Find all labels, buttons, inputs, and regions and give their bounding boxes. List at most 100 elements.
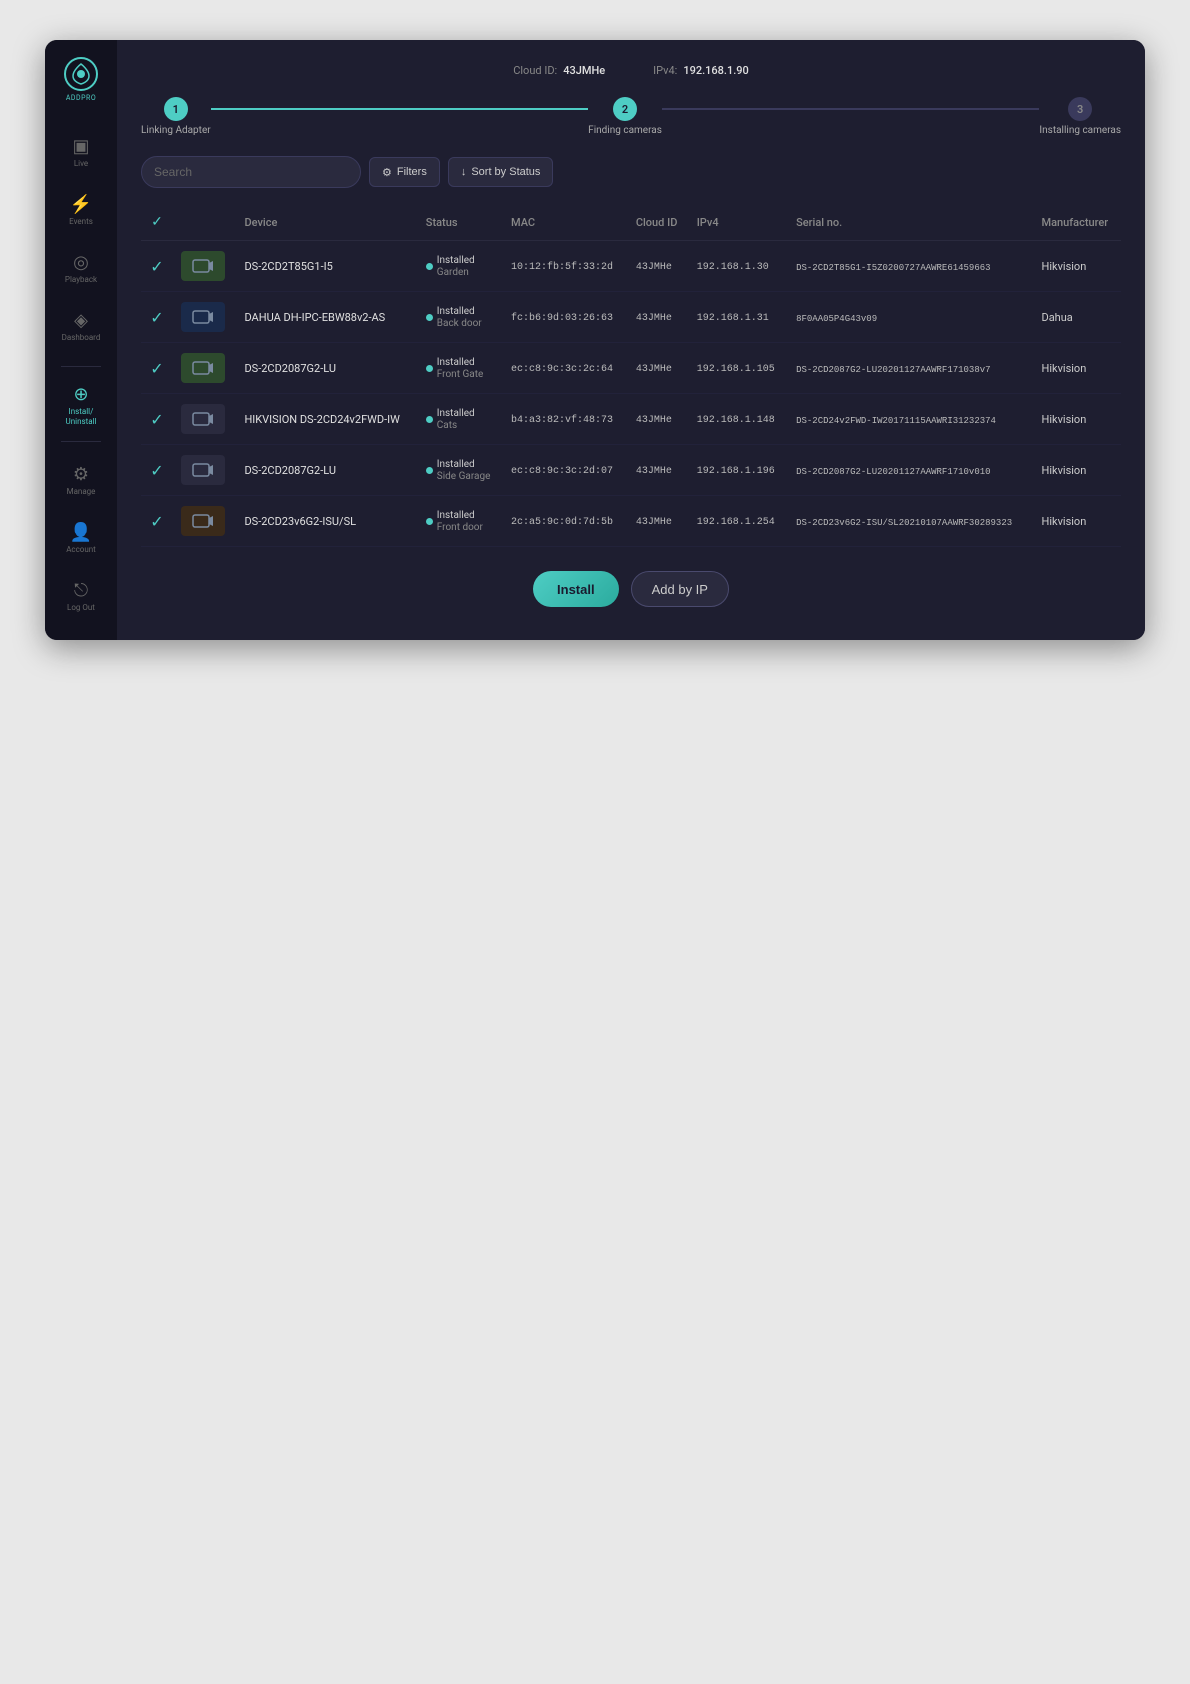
sidebar-item-manage[interactable]: ⚙ Manage bbox=[51, 454, 111, 508]
row-mac: b4:a3:82:vf:48:73 bbox=[503, 394, 628, 445]
status-location: Side Garage bbox=[437, 471, 491, 482]
toolbar: ⚙ Filters ↓ Sort by Status bbox=[141, 156, 1121, 188]
cloud-id: 43JMHe bbox=[636, 415, 672, 426]
row-mac: 2c:a5:9c:0d:7d:5b bbox=[503, 496, 628, 547]
col-mac: MAC bbox=[503, 204, 628, 241]
step-circle-2: 2 bbox=[613, 97, 637, 121]
status-location: Front door bbox=[437, 522, 483, 533]
row-check[interactable]: ✓ bbox=[141, 292, 173, 343]
manufacturer-name: Hikvision bbox=[1041, 413, 1086, 426]
cloud-id-label: Cloud ID: bbox=[513, 64, 557, 77]
row-cloud-id: 43JMHe bbox=[628, 496, 689, 547]
row-cloud-id: 43JMHe bbox=[628, 292, 689, 343]
search-input[interactable] bbox=[141, 156, 361, 188]
row-check[interactable]: ✓ bbox=[141, 343, 173, 394]
row-check[interactable]: ✓ bbox=[141, 241, 173, 292]
row-serial: DS-2CD2087G2-LU20201127AAWRF1710v010 bbox=[788, 445, 1033, 496]
status-text: Installed bbox=[437, 509, 483, 522]
row-device: DS-2CD2T85G1-I5 bbox=[236, 241, 417, 292]
device-name: DS-2CD2087G2-LU bbox=[244, 362, 336, 375]
mac-address: fc:b6:9d:03:26:63 bbox=[511, 313, 613, 324]
row-check[interactable]: ✓ bbox=[141, 496, 173, 547]
ipv4-address: 192.168.1.30 bbox=[697, 262, 769, 273]
progress-steps: 1 Linking Adapter 2 Finding cameras 3 In… bbox=[141, 97, 1121, 136]
sidebar-label-dashboard: Dashboard bbox=[62, 333, 101, 343]
install-icon: ⊕ bbox=[73, 386, 88, 404]
row-cloud-id: 43JMHe bbox=[628, 394, 689, 445]
device-name: HIKVISION DS-2CD24v2FWD-IW bbox=[244, 413, 399, 426]
status-text: Installed bbox=[437, 254, 475, 267]
logout-icon: ⎋ bbox=[74, 582, 88, 600]
sidebar-item-live[interactable]: ▣ Live bbox=[51, 126, 111, 180]
row-check[interactable]: ✓ bbox=[141, 394, 173, 445]
sidebar-item-logout[interactable]: ⎋ Log Out bbox=[51, 570, 111, 624]
row-status: Installed Garden bbox=[418, 241, 503, 292]
status-dot bbox=[426, 365, 433, 372]
install-button[interactable]: Install bbox=[533, 571, 619, 607]
filters-label: Filters bbox=[397, 166, 427, 178]
status-badge: Installed Front door bbox=[426, 509, 495, 533]
sidebar-nav: ▣ Live ⚡ Events ◎ Playback ◈ Dashboard ⊕… bbox=[51, 126, 111, 433]
status-badge: Installed Cats bbox=[426, 407, 495, 431]
ipv4-address: 192.168.1.31 bbox=[697, 313, 769, 324]
serial-number: DS-2CD2087G2-LU20201127AAWRF171038v7 bbox=[796, 365, 990, 375]
serial-number: DS-2CD2087G2-LU20201127AAWRF1710v010 bbox=[796, 467, 990, 477]
row-mac: 10:12:fb:5f:33:2d bbox=[503, 241, 628, 292]
table-row: ✓ DS-2CD2087G2-LU Installed S bbox=[141, 445, 1121, 496]
filters-button[interactable]: ⚙ Filters bbox=[369, 157, 440, 187]
status-location: Garden bbox=[437, 267, 475, 278]
row-manufacturer: Hikvision bbox=[1033, 241, 1121, 292]
sort-button[interactable]: ↓ Sort by Status bbox=[448, 157, 554, 187]
cloud-id: 43JMHe bbox=[636, 262, 672, 273]
add-ip-button[interactable]: Add by IP bbox=[631, 571, 729, 607]
sidebar-divider-1 bbox=[61, 366, 101, 367]
row-device: HIKVISION DS-2CD24v2FWD-IW bbox=[236, 394, 417, 445]
camera-thumbnail bbox=[181, 506, 225, 536]
row-thumb bbox=[173, 496, 236, 547]
row-status: Installed Cats bbox=[418, 394, 503, 445]
sidebar-item-install[interactable]: ⊕ Install/Uninstall bbox=[51, 379, 111, 433]
mac-address: b4:a3:82:vf:48:73 bbox=[511, 415, 613, 426]
dashboard-icon: ◈ bbox=[74, 312, 88, 330]
row-thumb bbox=[173, 343, 236, 394]
col-serial: Serial no. bbox=[788, 204, 1033, 241]
checkmark-icon: ✓ bbox=[150, 410, 163, 429]
status-dot bbox=[426, 416, 433, 423]
row-status: Installed Front Gate bbox=[418, 343, 503, 394]
cloud-id: 43JMHe bbox=[636, 313, 672, 324]
row-thumb bbox=[173, 445, 236, 496]
status-badge: Installed Garden bbox=[426, 254, 495, 278]
col-manufacturer: Manufacturer bbox=[1033, 204, 1121, 241]
header-bar: Cloud ID: 43JMHe IPv4: 192.168.1.90 bbox=[141, 64, 1121, 77]
sidebar-item-playback[interactable]: ◎ Playback bbox=[51, 242, 111, 296]
ipv4-address: 192.168.1.196 bbox=[697, 466, 775, 477]
camera-thumbnail bbox=[181, 302, 225, 332]
ipv4-value: 192.168.1.90 bbox=[683, 64, 748, 77]
select-all-check[interactable]: ✓ bbox=[151, 214, 163, 230]
row-status: Installed Back door bbox=[418, 292, 503, 343]
row-status: Installed Side Garage bbox=[418, 445, 503, 496]
sort-label: Sort by Status bbox=[471, 166, 540, 178]
step-3: 3 Installing cameras bbox=[1039, 97, 1121, 136]
table-row: ✓ DS-2CD23v6G2-ISU/SL Installed bbox=[141, 496, 1121, 547]
filter-icon: ⚙ bbox=[382, 166, 392, 179]
row-thumb bbox=[173, 241, 236, 292]
sidebar-item-events[interactable]: ⚡ Events bbox=[51, 184, 111, 238]
table-row: ✓ DAHUA DH-IPC-EBW88v2-AS Installed bbox=[141, 292, 1121, 343]
row-device: DS-2CD23v6G2-ISU/SL bbox=[236, 496, 417, 547]
sidebar-item-dashboard[interactable]: ◈ Dashboard bbox=[51, 300, 111, 354]
device-name: DAHUA DH-IPC-EBW88v2-AS bbox=[244, 311, 385, 324]
checkmark-icon: ✓ bbox=[150, 308, 163, 327]
mac-address: 2c:a5:9c:0d:7d:5b bbox=[511, 517, 613, 528]
table-row: ✓ DS-2CD2087G2-LU Installed F bbox=[141, 343, 1121, 394]
step-label-3: Installing cameras bbox=[1039, 125, 1121, 136]
row-manufacturer: Hikvision bbox=[1033, 394, 1121, 445]
row-check[interactable]: ✓ bbox=[141, 445, 173, 496]
sidebar-item-account[interactable]: 👤 Account bbox=[51, 512, 111, 566]
main-content: Cloud ID: 43JMHe IPv4: 192.168.1.90 1 Li… bbox=[117, 40, 1145, 640]
step-label-1: Linking Adapter bbox=[141, 125, 211, 136]
ipv4-item: IPv4: 192.168.1.90 bbox=[653, 64, 749, 77]
playback-icon: ◎ bbox=[73, 254, 89, 272]
camera-table-container: ✓ Device Status MAC Cloud ID IPv4 Serial… bbox=[141, 204, 1121, 547]
cloud-id-value: 43JMHe bbox=[563, 64, 605, 77]
